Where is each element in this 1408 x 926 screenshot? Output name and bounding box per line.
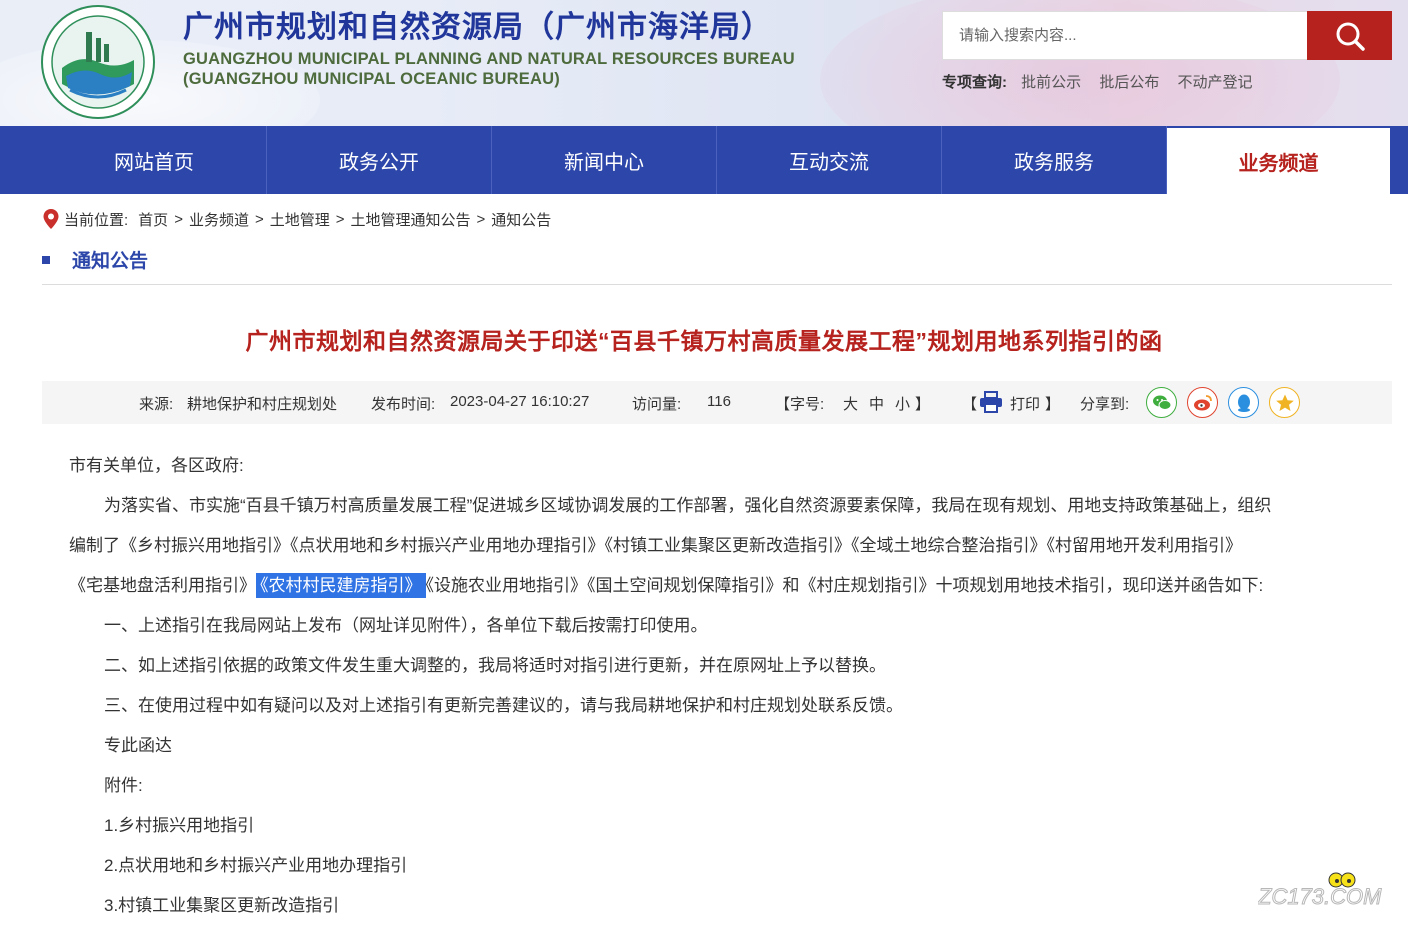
font-size-small[interactable]: 小 [895,393,910,414]
list-item: 一、上述指引在我局网站上发布（网址详见附件），各单位下载后按需打印使用。 [104,616,708,635]
site-title-en-sub: (GUANGZHOU MUNICIPAL OCEANIC BUREAU) [183,70,560,88]
divider [42,284,1392,285]
attachment-link[interactable]: 1.乡村振兴用地指引 [69,806,1369,846]
attachments-label: 附件: [104,776,143,795]
watermark-logo: ZC173.COM [1258,872,1383,910]
print-close: 】 [1045,396,1061,413]
site-header: 广州市规划和自然资源局（广州市海洋局） GUANGZHOU MUNICIPAL … [0,0,1408,126]
paragraph-line: 《宅基地盘活利用指引》 《农村村民建房指引》 《设施农业用地指引》《国土空间规划保障… [69,566,1369,606]
breadcrumb-item-land-management[interactable]: 土地管理 [270,209,330,230]
meta-time-label: 发布时间: [371,396,436,413]
breadcrumb-separator: > [174,210,183,228]
breadcrumb-separator: > [254,210,264,228]
printer-icon[interactable] [979,391,1003,413]
paragraph-text: 《宅基地盘活利用指引》 [69,576,256,595]
font-size-label: 【字号: [775,396,825,413]
nav-item-services[interactable]: 政务服务 [942,126,1167,194]
location-pin-icon [43,209,59,229]
meta-source-label: 来源: [139,396,174,413]
breadcrumb-label: 当前位置: [64,211,129,229]
special-query: 专项查询: 批前公示 批后公布 不动产登记 [942,71,1267,92]
nav-item-news[interactable]: 新闻中心 [492,126,717,194]
list-item: 二、如上述指引依据的政策文件发生重大调整的，我局将适时对指引进行更新，并在原网址… [104,656,886,675]
attachment-link[interactable]: 2.点状用地和乡村振兴产业用地办理指引 [69,846,1369,886]
search-input[interactable] [943,12,1307,59]
attachment-link[interactable]: 3.村镇工业集聚区更新改造指引 [69,886,1369,926]
breadcrumb: 当前位置: 首页 > 业务频道 > 土地管理 > 土地管理通知公告 > 通知公告 [42,208,551,230]
nav-item-government-affairs[interactable]: 政务公开 [267,126,492,194]
breadcrumb-item-business-channel[interactable]: 业务频道 [189,209,249,230]
nav-item-business-channel[interactable]: 业务频道 [1167,126,1392,194]
paragraph-text: 《设施农业用地指引》《国土空间规划保障指引》和《村庄规划指引》十项规划用地技术指… [425,576,1264,595]
list-item: 三、在使用过程中如有疑问以及对上述指引有更新完善建议的，请与我局耕地保护和村庄规… [104,696,903,715]
meta-source: 耕地保护和村庄规划处 [187,396,338,413]
paragraph-line: 为落实省、市实施“百县千镇万村高质量发展工程”促进城乡区域协调发展的工作部署，强… [104,496,1272,515]
font-size-large[interactable]: 大 [843,393,858,414]
section-title-text: 通知公告 [72,251,149,272]
meta-time: 2023-04-27 16:10:27 [450,393,590,410]
breadcrumb-item-land-notices[interactable]: 土地管理通知公告 [351,209,471,230]
site-title: 广州市规划和自然资源局（广州市海洋局） [183,11,772,44]
breadcrumb-separator: > [335,210,345,228]
section-title: 通知公告 [42,246,148,273]
special-query-label: 专项查询: [942,74,1007,91]
svg-text:ZC173.COM: ZC173.COM [1258,884,1382,909]
closing-text: 专此函达 [104,736,172,755]
selected-text[interactable]: 《农村村民建房指引》 [256,573,426,598]
salutation: 市有关单位，各区政府: [69,456,244,475]
article-title: 广州市规划和自然资源局关于印送“百县千镇万村高质量发展工程”规划用地系列指引的函 [245,328,1163,354]
main-nav: 网站首页 政务公开 新闻中心 互动交流 政务服务 业务频道 [0,126,1408,194]
font-size-medium[interactable]: 中 [869,393,884,414]
weibo-icon[interactable] [1187,387,1218,418]
logo-emblem[interactable] [40,4,156,120]
special-link-pre-publicity[interactable]: 批前公示 [1021,74,1081,91]
font-size-close: 】 [915,396,931,413]
nav-item-home[interactable]: 网站首页 [42,126,267,194]
qzone-star-icon[interactable] [1269,387,1300,418]
meta-visits-label: 访问量: [632,396,682,413]
paragraph-line: 编制了《乡村振兴用地指引》《点状用地和乡村振兴产业用地办理指引》《村镇工业集聚区… [69,536,1242,555]
article-body: 市有关单位，各区政府: 为落实省、市实施“百县千镇万村高质量发展工程”促进城乡区… [69,446,1369,926]
search-button[interactable] [1307,11,1392,60]
breadcrumb-item-home[interactable]: 首页 [138,209,168,230]
wechat-icon[interactable] [1146,387,1177,418]
breadcrumb-item-notices[interactable]: 通知公告 [491,209,551,230]
search-icon [1336,22,1365,51]
section-marker [42,255,50,264]
share-label: 分享到: [1080,396,1130,413]
special-link-real-estate[interactable]: 不动产登记 [1178,74,1253,91]
search-box [942,11,1307,60]
article-meta-bar: 来源: 耕地保护和村庄规划处 发布时间: 2023-04-27 16:10:27… [42,381,1392,424]
print-open: 【 [962,396,978,413]
meta-visits: 116 [707,393,731,410]
special-link-post-publication[interactable]: 批后公布 [1099,74,1159,91]
breadcrumb-separator: > [476,210,486,228]
site-title-en: GUANGZHOU MUNICIPAL PLANNING AND NATURAL… [183,50,795,68]
print-button[interactable]: 打印 [1010,393,1040,414]
nav-item-interaction[interactable]: 互动交流 [717,126,942,194]
qq-icon[interactable] [1228,387,1259,418]
